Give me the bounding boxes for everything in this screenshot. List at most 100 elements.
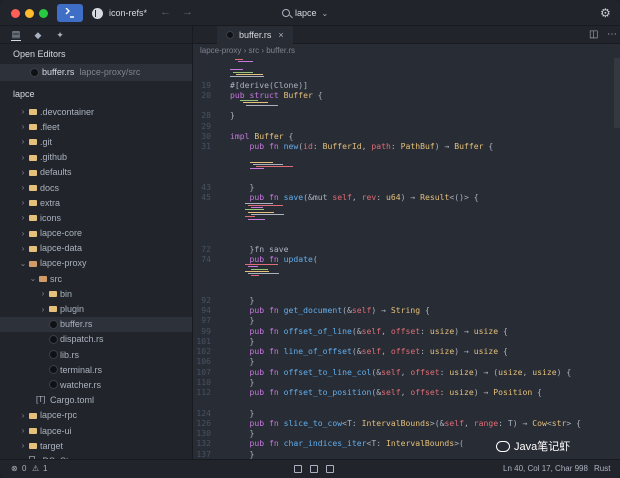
toggle-right-panel-icon[interactable] bbox=[326, 465, 334, 473]
tree-item[interactable]: › .git bbox=[0, 134, 192, 149]
maximize-window-button[interactable] bbox=[39, 9, 48, 18]
close-window-button[interactable] bbox=[11, 9, 20, 18]
error-count[interactable]: 0 bbox=[22, 464, 26, 473]
code-token: ( bbox=[312, 253, 318, 264]
tab-buffer-rs[interactable]: buffer.rs × bbox=[217, 26, 293, 44]
preview-stroke bbox=[250, 161, 273, 163]
tree-item[interactable]: › lapce-rpc bbox=[0, 408, 192, 423]
tree-item[interactable]: lib.rs bbox=[0, 347, 192, 362]
chevron-right-icon[interactable]: › bbox=[19, 229, 27, 238]
tree-item[interactable]: › extra bbox=[0, 195, 192, 210]
more-icon[interactable]: ⋯ bbox=[607, 29, 617, 40]
folded-code-preview[interactable] bbox=[235, 59, 253, 68]
open-editors-header[interactable]: Open Editors bbox=[0, 44, 192, 64]
cursor-position[interactable]: Ln 40, Col 17, Char 998 bbox=[503, 464, 588, 473]
tree-item[interactable]: ⌄ lapce-proxy bbox=[0, 256, 192, 271]
tree-item[interactable]: › plugin bbox=[0, 301, 192, 316]
tree-item[interactable]: › icons bbox=[0, 210, 192, 225]
remote-button[interactable] bbox=[57, 4, 83, 22]
tree-item[interactable]: › lapce-core bbox=[0, 226, 192, 241]
tree-item[interactable]: › .github bbox=[0, 150, 192, 165]
tree-item-label: bin bbox=[60, 288, 73, 299]
code-line[interactable]: 45 pub fn save(&mut self, rev: u64) → Re… bbox=[193, 191, 620, 203]
tree-item-label: lib.rs bbox=[60, 349, 80, 360]
chevron-right-icon[interactable]: › bbox=[19, 426, 27, 435]
toggle-left-panel-icon[interactable] bbox=[294, 465, 302, 473]
tree-item[interactable]: watcher.rs bbox=[0, 377, 192, 392]
preview-stroke bbox=[256, 166, 293, 168]
chevron-right-icon[interactable]: › bbox=[39, 305, 47, 314]
gear-icon[interactable]: ⚙ bbox=[600, 6, 611, 20]
editor-scrollbar[interactable] bbox=[614, 58, 620, 128]
folded-code-preview[interactable] bbox=[245, 202, 284, 220]
chevron-down-icon[interactable]: ⌄ bbox=[19, 259, 27, 268]
tree-item[interactable]: › lapce-ui bbox=[0, 423, 192, 438]
chevron-right-icon[interactable]: › bbox=[19, 137, 27, 146]
forward-arrow-icon[interactable]: → bbox=[182, 6, 193, 18]
split-editor-icon[interactable]: ◫ bbox=[589, 29, 598, 40]
folder-icon bbox=[29, 200, 37, 207]
tree-item[interactable]: › target bbox=[0, 438, 192, 453]
chevron-right-icon[interactable]: › bbox=[19, 441, 27, 450]
folded-code-preview[interactable] bbox=[250, 161, 293, 171]
sidebar-tabs: ▤ ◆ ✦ bbox=[0, 26, 192, 44]
remote-icon bbox=[65, 8, 74, 18]
toggle-bottom-panel-icon[interactable] bbox=[310, 465, 318, 473]
chevron-right-icon[interactable]: › bbox=[19, 213, 27, 222]
folded-code-preview[interactable] bbox=[230, 69, 264, 78]
folder-icon bbox=[29, 124, 37, 131]
tree-item-label: Cargo.toml bbox=[50, 395, 95, 406]
tree-item[interactable]: [T] Cargo.toml bbox=[0, 393, 192, 408]
tree-item[interactable]: terminal.rs bbox=[0, 362, 192, 377]
open-editor-item[interactable]: buffer.rs lapce-proxy/src bbox=[0, 64, 192, 81]
tree-item[interactable]: buffer.rs bbox=[0, 316, 192, 332]
code-line[interactable]: 74 pub fn update( bbox=[193, 253, 620, 265]
chevron-down-icon[interactable]: ⌄ bbox=[29, 274, 37, 283]
branch-selector[interactable]: icon-refs* bbox=[92, 7, 147, 19]
code-area[interactable]: 19 #[derive(Clone)] 20 pub struct Buffer {2… bbox=[193, 58, 620, 459]
preview-stroke bbox=[251, 275, 259, 277]
close-icon[interactable]: × bbox=[278, 30, 283, 40]
warning-icon[interactable]: ⚠ bbox=[32, 464, 39, 473]
tree-item-label: .devcontainer bbox=[40, 106, 95, 117]
tree-item[interactable]: › lapce-data bbox=[0, 241, 192, 256]
language-mode[interactable]: Rust bbox=[594, 464, 610, 473]
chevron-right-icon[interactable]: › bbox=[19, 122, 27, 131]
workspace-root-header[interactable]: lapce bbox=[0, 85, 192, 104]
back-arrow-icon[interactable]: ← bbox=[160, 6, 171, 18]
tree-item[interactable]: › bin bbox=[0, 286, 192, 301]
tree-item[interactable]: › .devcontainer bbox=[0, 104, 192, 119]
code-token: self bbox=[332, 192, 352, 203]
warning-count[interactable]: 1 bbox=[43, 464, 47, 473]
chevron-right-icon[interactable]: › bbox=[19, 198, 27, 207]
tree-item-label: .fleet bbox=[40, 121, 60, 132]
tree-item[interactable]: ⌄ src bbox=[0, 271, 192, 286]
folder-icon bbox=[29, 169, 37, 176]
tree-item[interactable]: › docs bbox=[0, 180, 192, 195]
tree-item[interactable]: › defaults bbox=[0, 165, 192, 180]
chevron-right-icon[interactable]: › bbox=[39, 289, 47, 298]
code-token: Result bbox=[420, 192, 450, 203]
minimize-window-button[interactable] bbox=[25, 9, 34, 18]
code-token: ) → bbox=[400, 192, 421, 203]
chevron-right-icon[interactable]: › bbox=[19, 168, 27, 177]
chevron-right-icon[interactable]: › bbox=[19, 411, 27, 420]
code-line[interactable]: 20 pub struct Buffer { bbox=[193, 89, 620, 101]
code-line[interactable]: 112 pub fn offset_to_position(&self, off… bbox=[193, 386, 620, 398]
source-control-icon[interactable]: ◆ bbox=[33, 30, 43, 40]
file-explorer-icon[interactable]: ▤ bbox=[11, 29, 21, 41]
chevron-right-icon[interactable]: › bbox=[19, 183, 27, 192]
command-palette-button[interactable]: lapce ⌄ bbox=[282, 6, 328, 20]
folded-code-preview[interactable] bbox=[240, 100, 278, 109]
preview-stroke bbox=[238, 61, 253, 63]
chevron-right-icon[interactable]: › bbox=[19, 153, 27, 162]
chevron-right-icon[interactable]: › bbox=[19, 244, 27, 253]
tree-item[interactable]: › .fleet bbox=[0, 119, 192, 134]
code-line[interactable]: 31 pub fn new(id: BufferId, path: PathBu… bbox=[193, 140, 620, 152]
chevron-right-icon[interactable]: › bbox=[19, 107, 27, 116]
folded-code-preview[interactable] bbox=[245, 264, 279, 277]
error-icon[interactable]: ⊗ bbox=[11, 464, 18, 473]
tree-item[interactable]: dispatch.rs bbox=[0, 332, 192, 347]
preview-stroke bbox=[230, 76, 264, 78]
plugins-icon[interactable]: ✦ bbox=[55, 30, 65, 40]
